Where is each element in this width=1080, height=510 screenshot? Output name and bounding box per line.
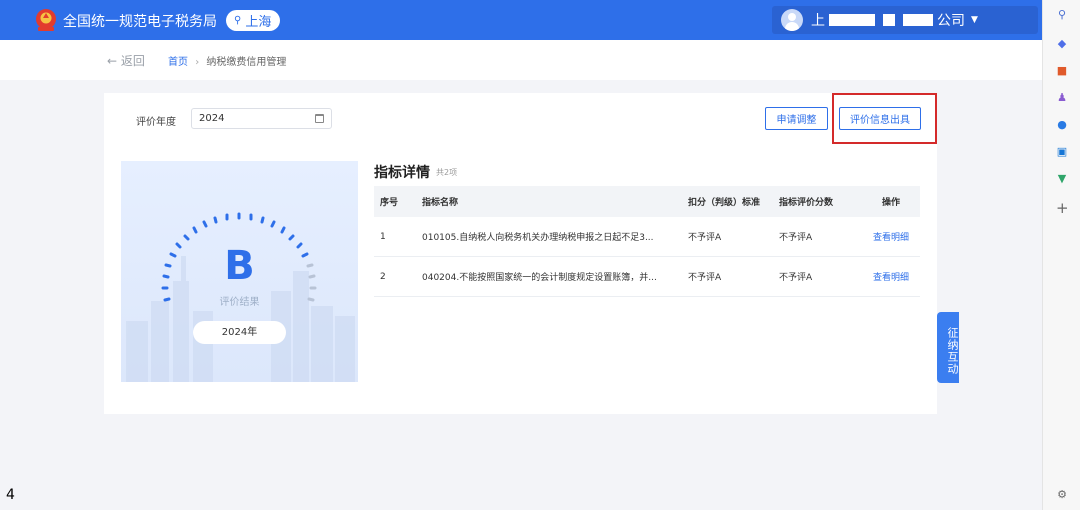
breadcrumb-current: 纳税缴费信用管理 [206, 57, 287, 68]
arrow-left-icon: ← [107, 54, 118, 68]
tag-icon[interactable]: ◆ [1056, 38, 1068, 50]
back-button[interactable]: ← 返回 [107, 52, 145, 69]
row-indicator-name: 010105.自纳税人向税务机关办理纳税申报之日起不足3... [422, 233, 654, 243]
item-count: 共2项 [436, 168, 458, 177]
view-details-link[interactable]: 查看明细 [862, 230, 920, 243]
year-picker[interactable]: 2024 [191, 108, 332, 129]
table-row: 1 010105.自纳税人向税务机关办理纳税申报之日起不足3... 不予评A 不… [374, 217, 920, 257]
copilot-icon[interactable]: ● [1056, 119, 1068, 131]
user-menu[interactable]: 上 公司 ▼ [772, 6, 1038, 34]
browser-side-panel: ⚲ ◆ ■ ♟ ● ▣ ▼ + ⚙ [1042, 0, 1080, 510]
column-header-name: 指标名称 [422, 198, 459, 208]
user-name-start: 上 [811, 13, 825, 29]
breadcrumb-home-link[interactable]: 首页 [168, 57, 188, 68]
indicator-table: 序号 指标名称 扣分（判级）标准 指标评价分数 操作 1 010105.自纳税人… [374, 186, 920, 297]
breadcrumb-separator: › [195, 57, 200, 68]
top-bar: 全国统一规范电子税务局 ⚲ 上海 上 公司 ▼ [0, 0, 1042, 40]
page-number: 4 [6, 487, 15, 503]
column-header-no: 序号 [380, 198, 399, 208]
row-no: 2 [380, 271, 386, 282]
region-selector[interactable]: ⚲ 上海 [226, 10, 281, 31]
grade-caption: 评价结果 [219, 297, 260, 308]
section-title: 指标详情 [374, 165, 430, 181]
location-pin-icon: ⚲ [234, 15, 242, 26]
user-name-end: 公司 [937, 13, 965, 29]
row-standard: 不予评A [688, 233, 722, 243]
result-year-pill: 2024年 [193, 321, 286, 344]
table-row: 2 040204.不能按照国家统一的会计制度规定设置账簿，并... 不予评A 不… [374, 257, 920, 297]
row-standard: 不予评A [688, 273, 722, 283]
year-picker-value: 2024 [199, 113, 225, 124]
interaction-float-tab[interactable]: 征纳互动 [937, 312, 959, 383]
breadcrumb: 首页 › 纳税缴费信用管理 [168, 53, 286, 68]
chess-icon[interactable]: ♟ [1056, 92, 1068, 104]
row-no: 1 [380, 231, 386, 242]
view-details-link[interactable]: 查看明细 [862, 270, 920, 283]
calendar-icon [315, 114, 324, 123]
search-icon[interactable]: ⚲ [1056, 9, 1068, 21]
row-score: 不予评A [779, 233, 813, 243]
column-header-action: 操作 [881, 198, 900, 208]
shopping-icon[interactable]: ▼ [1056, 173, 1068, 185]
table-header: 序号 指标名称 扣分（判级）标准 指标评价分数 操作 [374, 186, 920, 217]
row-score: 不予评A [779, 273, 813, 283]
tax-emblem-logo [36, 9, 56, 31]
year-filter-label: 评价年度 [136, 117, 176, 128]
redaction-block [903, 14, 933, 26]
grade-letter: B [224, 243, 255, 289]
toolbox-icon[interactable]: ■ [1056, 65, 1068, 77]
column-header-score: 指标评价分数 [779, 198, 834, 208]
avatar [781, 9, 803, 31]
outlook-icon[interactable]: ▣ [1056, 146, 1068, 158]
redaction-block [883, 14, 895, 26]
chevron-down-icon: ▼ [971, 15, 978, 25]
region-label: 上海 [245, 15, 272, 30]
row-indicator-name: 040204.不能按照国家统一的会计制度规定设置账簿，并... [422, 273, 657, 283]
site-title[interactable]: 全国统一规范电子税务局 [63, 11, 217, 31]
breadcrumb-bar: ← 返回 首页 › 纳税缴费信用管理 [0, 40, 1042, 80]
column-header-standard: 扣分（判级）标准 [688, 198, 761, 208]
redaction-block [829, 14, 875, 26]
add-icon[interactable]: + [1056, 201, 1069, 216]
gear-icon[interactable]: ⚙ [1056, 489, 1068, 501]
apply-adjust-button[interactable]: 申请调整 [765, 107, 828, 130]
red-highlight-box [832, 93, 937, 144]
back-label: 返回 [120, 54, 145, 68]
